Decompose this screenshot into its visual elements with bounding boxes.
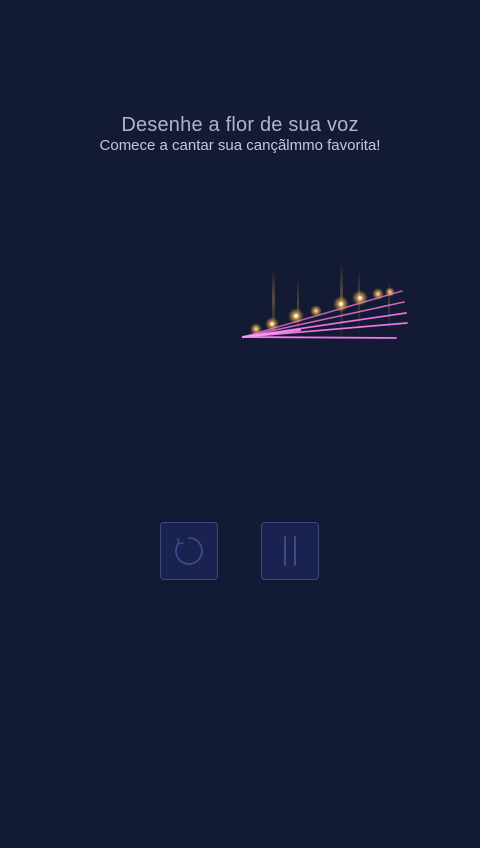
restart-circle-icon <box>175 537 203 565</box>
sparkle-rays <box>272 262 390 340</box>
pause-button[interactable] <box>261 522 319 580</box>
voice-flower-drawing <box>241 262 408 340</box>
sparkles <box>250 287 395 335</box>
voice-flower-screen: Desenhe a flor de sua voz Comece a canta… <box>0 0 480 848</box>
restart-button[interactable] <box>160 522 218 580</box>
pause-icon <box>284 536 296 566</box>
